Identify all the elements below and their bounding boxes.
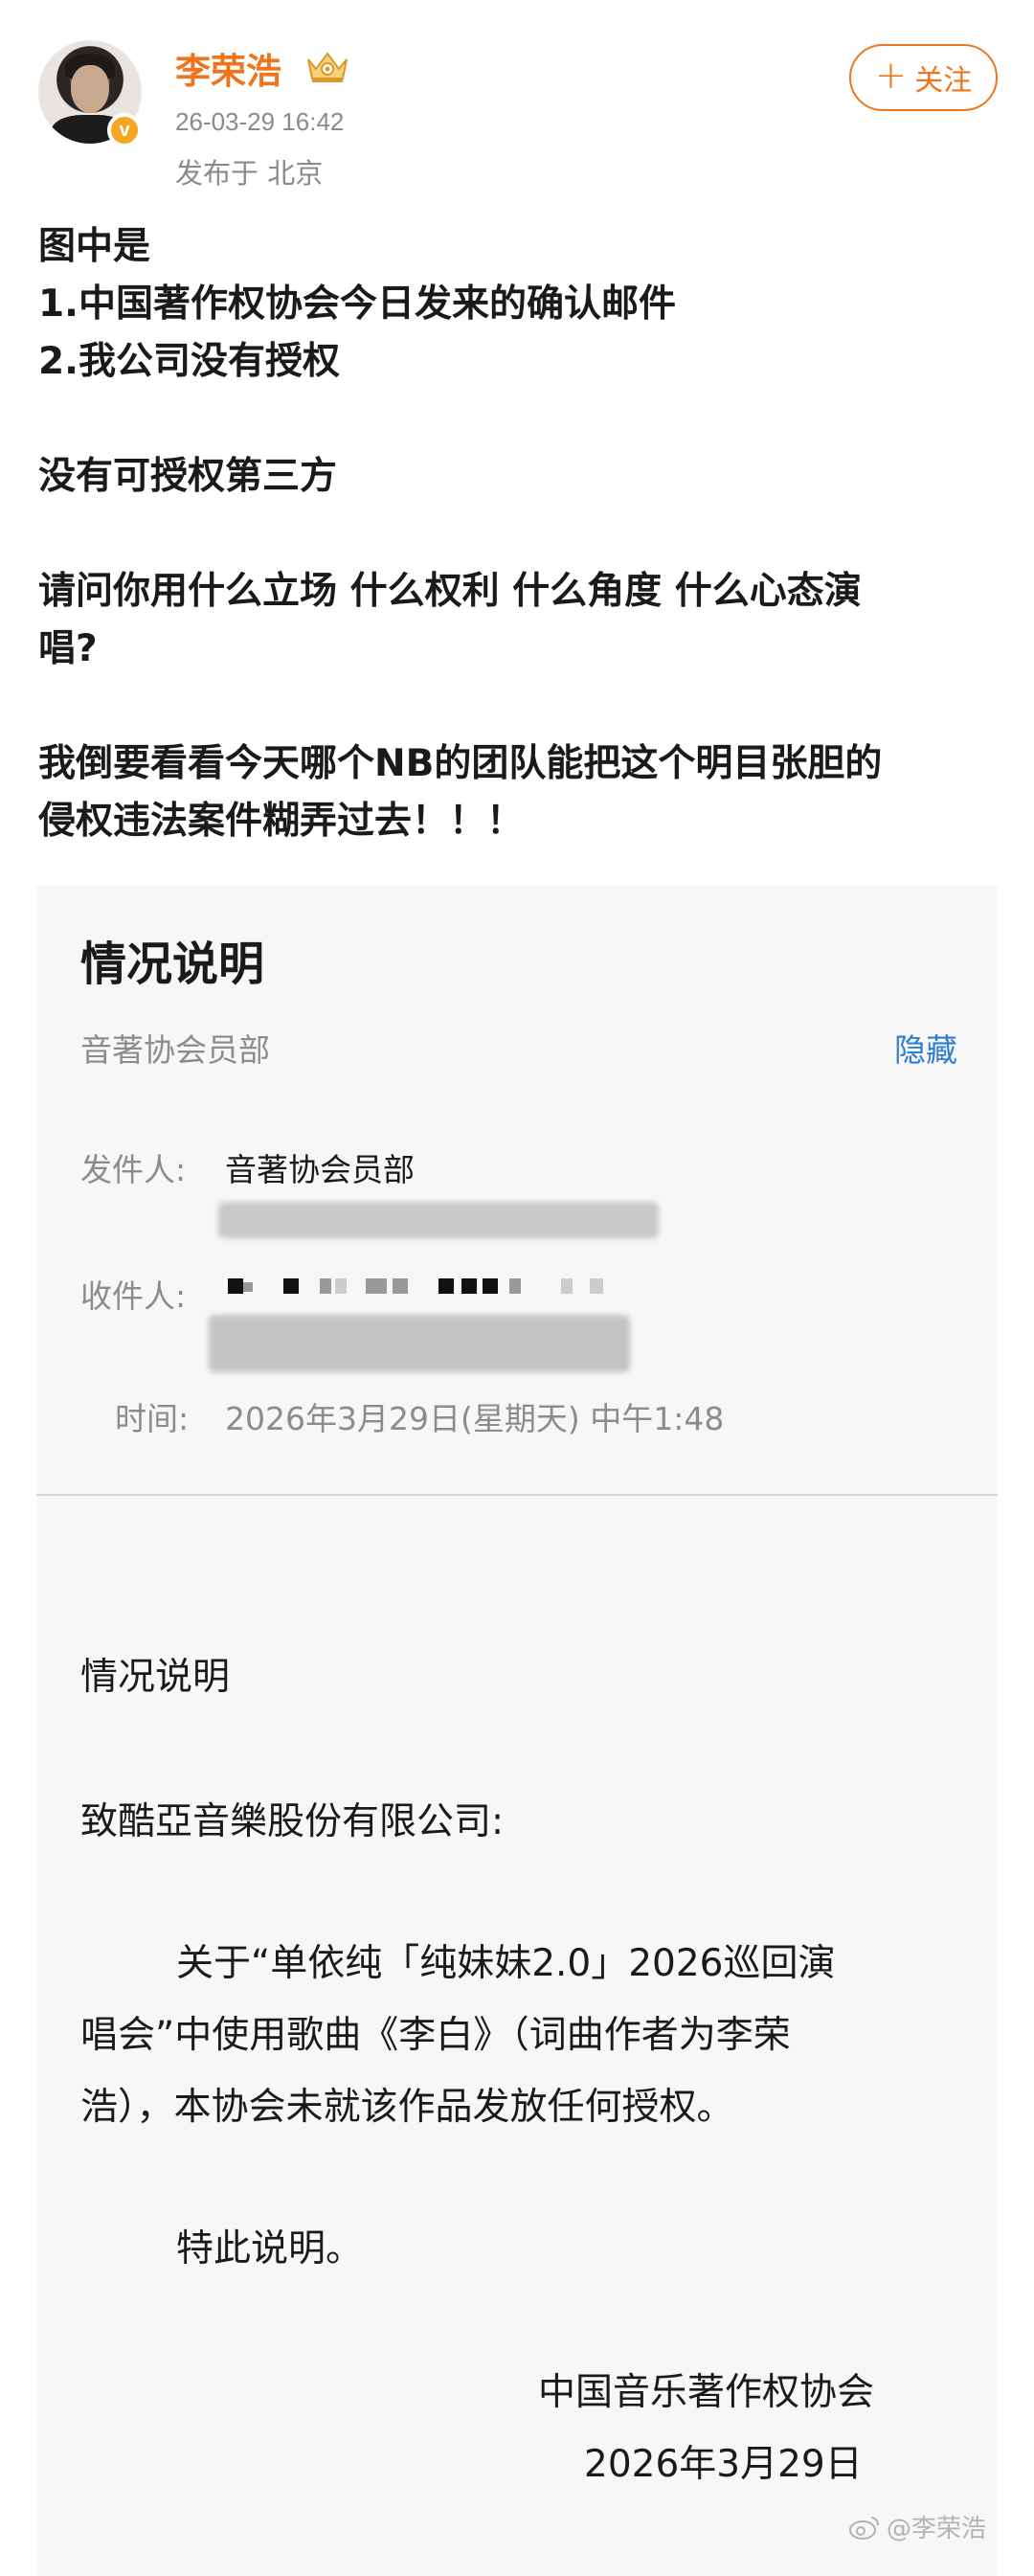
redacted-pixel [283,1278,299,1294]
post-line: 1.中国著作权协会今日发来的确认邮件 [38,282,676,326]
letter-signature-org: 中国音乐著作权协会 [538,2371,875,2414]
redacted-pixel [483,1278,498,1294]
redacted-pixel [438,1278,454,1294]
email-subject: 情况说明 [80,938,265,991]
post-line-break [38,506,996,563]
watermark-text: @李荣浩 [887,2515,987,2543]
redacted-pixel [243,1282,253,1292]
from-label: 发件人: [80,1151,187,1188]
from-value: 音著协会员部 [225,1151,415,1188]
post-line: 我倒要看看今天哪个NB的团队能把这个明目张胆的 [38,742,883,785]
post-timestamp: 26-03-29 16:42 [175,107,345,136]
hide-details-link[interactable]: 隐藏 [894,1025,957,1071]
time-label: 时间: [115,1400,190,1437]
redacted-pixel [509,1278,521,1294]
weibo-logo-icon [849,2516,879,2540]
verified-icon: v [107,113,142,147]
follow-label: 关注 [914,64,973,98]
post-line: 图中是 [38,225,151,268]
avatar-face [71,65,109,113]
letter-title: 情况说明 [80,1656,231,1699]
post-location: 发布于 北京 [175,157,324,190]
attached-email-image[interactable]: 情况说明 音著协会员部 隐藏 发件人: 音著协会员部 收件人: 时间: 2026… [36,886,998,2576]
header-divider [36,1494,998,1496]
letter-paragraph-line: 关于“单依纯「纯妹妹2.0」2026巡回演 [176,1942,836,1985]
to-label: 收件人: [80,1277,187,1315]
redacted-pixel [366,1278,387,1294]
redacted-block [209,1315,630,1372]
follow-button[interactable]: + 关注 [849,44,998,111]
post-line-break [38,678,996,735]
redacted-pixel [393,1278,408,1294]
redacted-pixel [228,1278,243,1294]
redacted-pixel [590,1278,603,1294]
letter-paragraph-line: 浩），本协会未就该作品发放任何授权。 [80,2086,734,2129]
letter-signature-date: 2026年3月29日 [584,2443,863,2486]
redacted-pixel [561,1278,573,1294]
letter-closing: 特此说明。 [176,2227,364,2271]
weibo-watermark: @李荣浩 [848,2509,986,2544]
redacted-pixel [320,1278,331,1294]
post-line: 没有可授权第三方 [38,455,338,498]
time-value: 2026年3月29日(星期天) 中午1:48 [225,1400,725,1437]
post-line: 侵权违法案件糊弄过去！！！ [38,800,525,843]
letter-addressee: 致酷亞音樂股份有限公司: [80,1800,505,1843]
plus-icon: + [874,54,908,98]
post-line: 唱? [38,627,98,670]
redacted-block [218,1202,659,1238]
username[interactable]: 李荣浩 [175,42,281,94]
post-header: v 李荣浩 26-03-29 16:42 发布于 北京 + 关注 [0,0,1034,201]
post-text: 图中是 1.中国著作权协会今日发来的确认邮件 2.我公司没有授权 没有可授权第三… [38,218,996,850]
redacted-pixel [335,1278,347,1294]
redacted-pixel [461,1278,477,1294]
letter-paragraph-line: 唱会”中使用歌曲《李白》（词曲作者为李荣 [80,2014,791,2057]
post-line-break [38,391,996,448]
crown-badge-icon [307,52,348,82]
email-sender-summary: 音著协会员部 [80,1031,270,1069]
post-line: 请问你用什么立场 什么权利 什么角度 什么心态演 [38,570,862,613]
post-line: 2.我公司没有授权 [38,340,340,383]
